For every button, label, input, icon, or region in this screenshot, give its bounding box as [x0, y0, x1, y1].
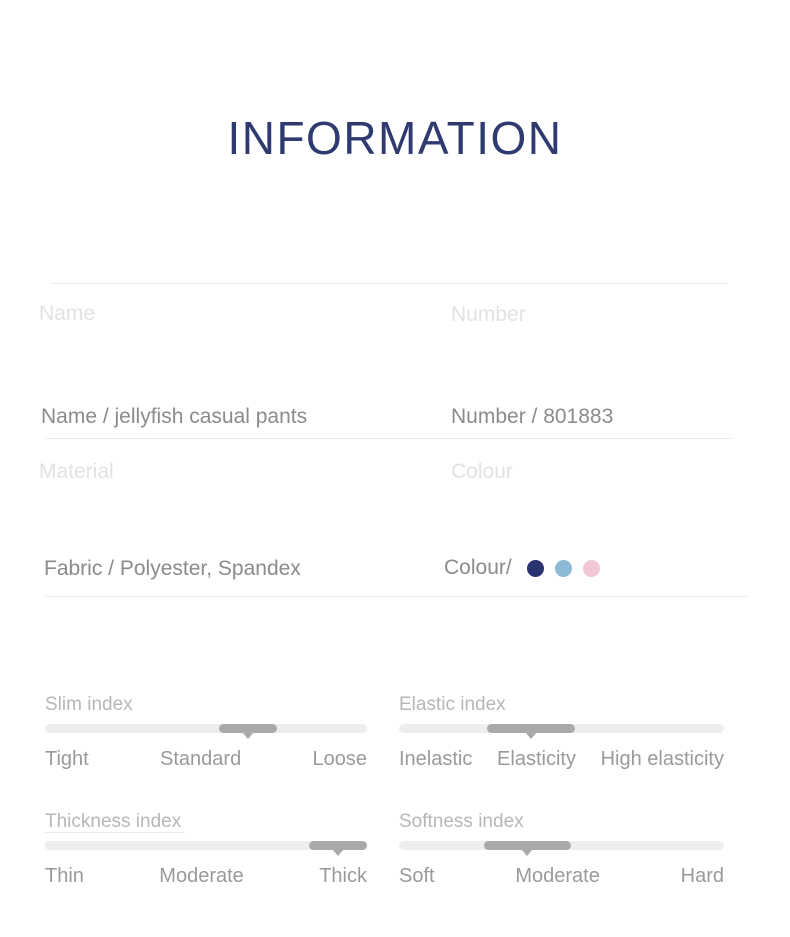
softness-index-title: Softness index — [399, 811, 524, 832]
scale-label-high: Thick — [319, 865, 367, 887]
ghost-label-colour: Colour — [451, 460, 513, 483]
scale-label-high: Loose — [312, 748, 368, 770]
slim-index-title: Slim index — [45, 694, 133, 715]
divider-fabric-row — [45, 596, 748, 597]
divider-top — [50, 283, 728, 284]
scale-label-mid: Moderate — [159, 865, 244, 887]
product-fabric-value: Fabric / Polyester, Spandex — [44, 557, 301, 580]
ghost-label-name: Name — [39, 302, 96, 325]
colour-swatch-row: Colour/ — [444, 556, 600, 580]
scale-label-mid: Moderate — [515, 865, 600, 887]
product-name-value: Name / jellyfish casual pants — [41, 405, 308, 428]
navy-swatch[interactable] — [526, 559, 544, 577]
scale-label-high: High elasticity — [600, 748, 724, 770]
scale-label-mid: Standard — [160, 748, 242, 770]
colour-value-label: Colour/ — [444, 556, 512, 579]
scale-label-high: Hard — [680, 865, 724, 887]
softness-index-slider[interactable] — [399, 841, 724, 856]
elastic-index-scale: Inelastic Elasticity High elasticity — [399, 748, 724, 771]
scale-label-low: Soft — [399, 865, 435, 887]
elastic-index-block: Elastic index Inelastic Elasticity High … — [399, 694, 724, 771]
scale-label-mid: Elasticity — [497, 748, 576, 770]
ghost-label-material: Material — [39, 460, 114, 483]
elastic-index-title: Elastic index — [399, 694, 506, 715]
product-number-value: Number / 801883 — [451, 405, 614, 428]
thickness-index-block: Thickness index Thin Moderate Thick — [45, 811, 367, 888]
slider-thumb[interactable] — [483, 841, 572, 856]
scale-label-low: Inelastic — [399, 748, 473, 770]
slider-track — [45, 724, 367, 733]
slider-thumb[interactable] — [486, 724, 575, 739]
softness-index-block: Softness index Soft Moderate Hard — [399, 811, 724, 888]
thickness-index-slider[interactable] — [45, 841, 367, 856]
divider-name-row — [45, 438, 733, 439]
slim-index-slider[interactable] — [45, 724, 367, 739]
slim-index-block: Slim index Tight Standard Loose — [45, 694, 367, 771]
thickness-index-title: Thickness index — [45, 811, 182, 832]
light-blue-swatch[interactable] — [554, 559, 572, 577]
slider-thumb[interactable] — [218, 724, 277, 739]
elastic-index-slider[interactable] — [399, 724, 724, 739]
ghost-label-number: Number — [451, 303, 526, 326]
slim-index-scale: Tight Standard Loose — [45, 748, 367, 771]
page-title: INFORMATION — [227, 112, 563, 164]
slider-thumb[interactable] — [309, 841, 367, 856]
pink-swatch[interactable] — [582, 559, 600, 577]
thickness-index-scale: Thin Moderate Thick — [45, 865, 367, 888]
scale-label-low: Thin — [45, 865, 84, 887]
softness-index-scale: Soft Moderate Hard — [399, 865, 724, 888]
scale-label-low: Tight — [45, 748, 89, 770]
